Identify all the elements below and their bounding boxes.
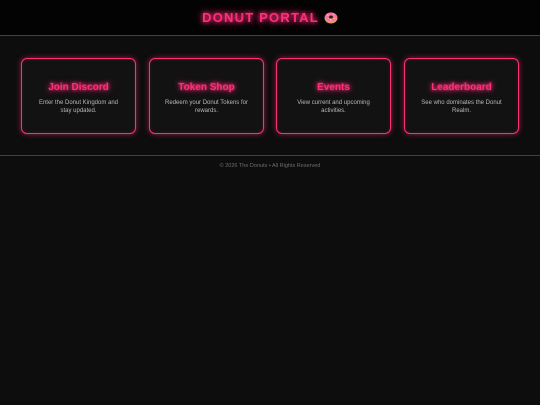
site-header: DONUT PORTAL xyxy=(0,0,540,36)
card-events[interactable]: Events View current and upcoming activit… xyxy=(276,58,391,134)
donut-icon xyxy=(324,11,338,24)
card-description: See who dominates the Donut Realm. xyxy=(421,100,502,114)
card-title: Leaderboard xyxy=(431,82,492,93)
card-title: Join Discord xyxy=(48,82,109,93)
card-token-shop[interactable]: Token Shop Redeem your Donut Tokens for … xyxy=(149,58,264,134)
card-description: Redeem your Donut Tokens for rewards. xyxy=(165,100,248,114)
footer-copyright: © 2026 The Donuts • All Rights Reserved xyxy=(219,163,321,169)
card-title: Token Shop xyxy=(178,82,235,93)
card-grid: Join Discord Enter the Donut Kingdom and… xyxy=(0,36,540,156)
brand[interactable]: DONUT PORTAL xyxy=(202,10,338,25)
card-title: Events xyxy=(317,82,350,93)
card-description: View current and upcoming activities. xyxy=(297,100,370,114)
card-description: Enter the Donut Kingdom and stay updated… xyxy=(38,100,119,114)
site-title: DONUT PORTAL xyxy=(202,10,319,25)
card-leaderboard[interactable]: Leaderboard See who dominates the Donut … xyxy=(404,58,519,134)
card-join-discord[interactable]: Join Discord Enter the Donut Kingdom and… xyxy=(21,58,136,134)
